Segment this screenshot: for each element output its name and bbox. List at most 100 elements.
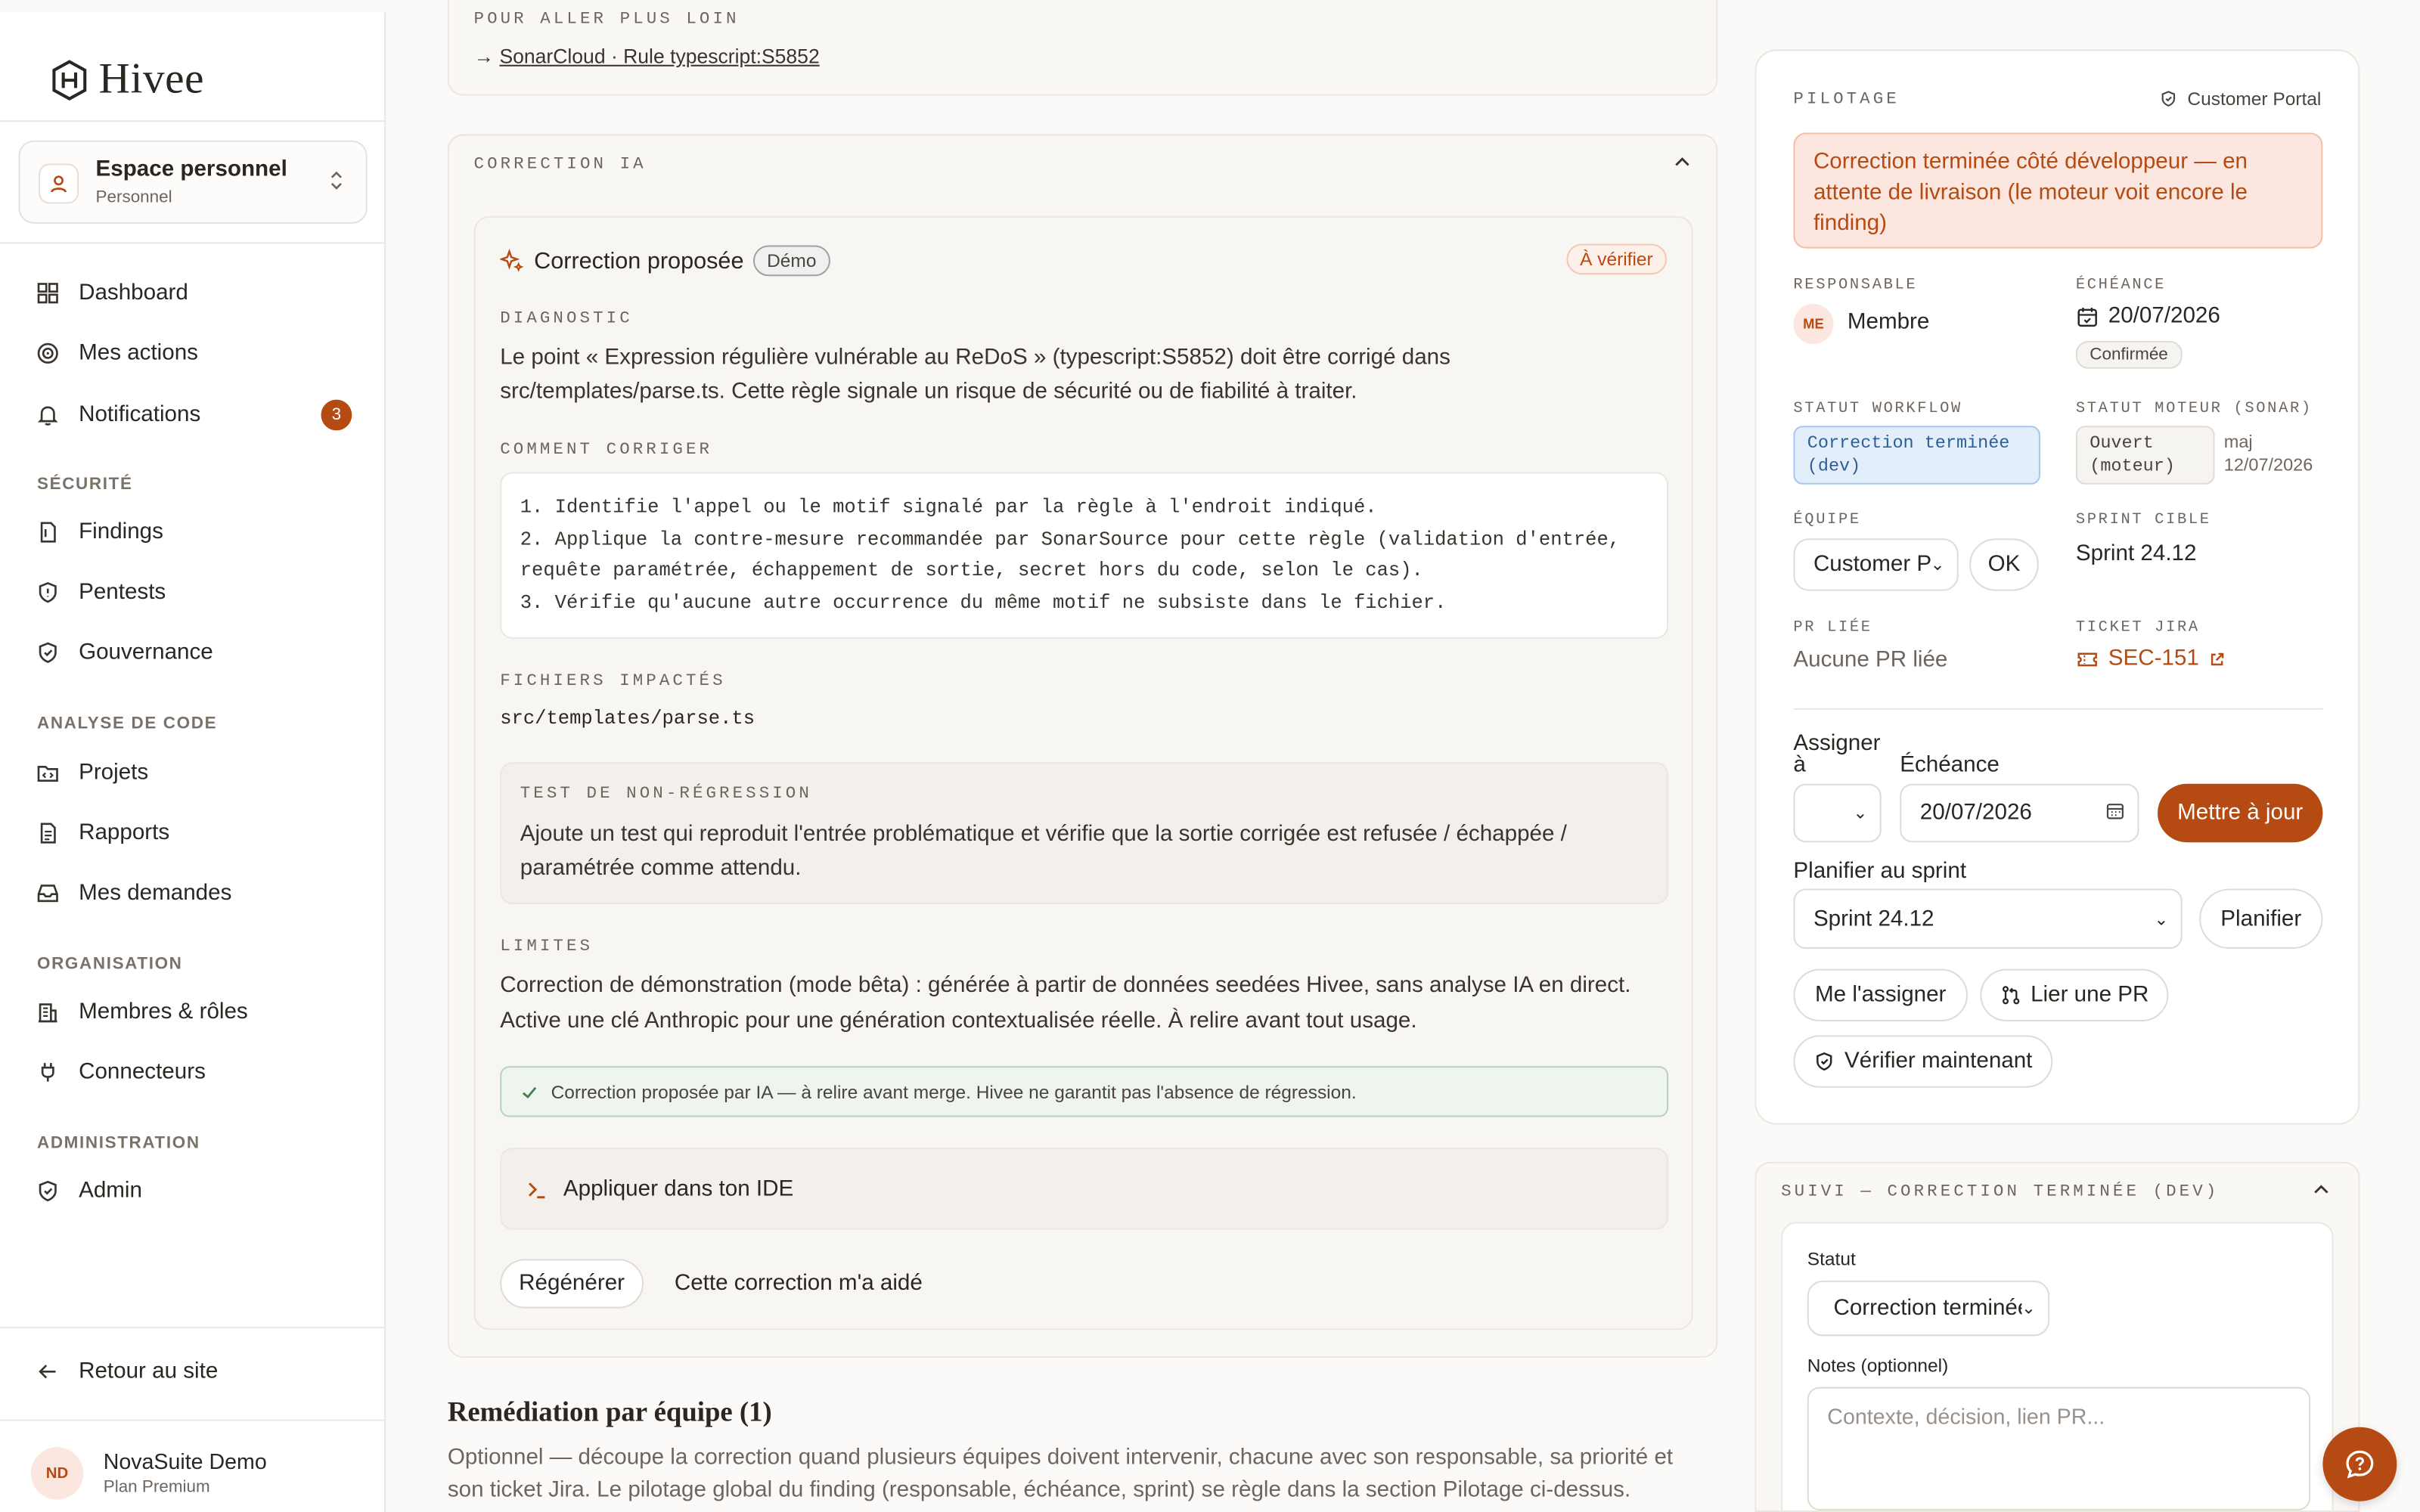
status-select[interactable]: Correction terminée ⌄ [1807, 1280, 2050, 1337]
target-icon [37, 342, 58, 364]
link-pr-button[interactable]: Lier une PR [1980, 968, 2169, 1022]
building-icon [39, 1003, 57, 1023]
remediation-title: Remédiation par équipe (1) [447, 1396, 772, 1427]
nav-governance[interactable]: Gouvernance [36, 640, 352, 665]
document-icon [40, 823, 56, 844]
nav-label: Membres & rôles [79, 999, 248, 1025]
suivi-label: SUIVI — CORRECTION TERMINÉE (DEV) [1781, 1183, 2220, 1202]
test-label: TEST DE NON-RÉGRESSION [520, 785, 812, 804]
logo[interactable]: Hivee [49, 55, 204, 104]
nav-label: Gouvernance [79, 640, 213, 665]
nav-actions[interactable]: Mes actions [36, 341, 352, 366]
helped-button[interactable]: Cette correction m'a aidé [675, 1272, 923, 1297]
shield-check-icon [1817, 1052, 1832, 1071]
workspace-switcher[interactable]: Espace personnel Personnel [18, 140, 368, 224]
assign-select[interactable]: ⌄ [1793, 783, 1882, 843]
chevron-up-icon[interactable] [1673, 151, 1691, 179]
bell-icon [37, 406, 58, 426]
chevron-down-icon: ⌄ [2154, 910, 2169, 929]
nav-members[interactable]: Membres & rôles [36, 999, 352, 1024]
nav-reports[interactable]: Rapports [36, 820, 352, 846]
arrow-right-icon: → [473, 45, 495, 68]
team-value: Customer Po [1813, 552, 1944, 578]
status-label: Statut [1807, 1248, 1856, 1270]
chevron-up-icon[interactable] [2312, 1179, 2330, 1207]
avatar[interactable]: ND [30, 1447, 84, 1500]
nav-label: Dashboard [79, 280, 188, 306]
user-plan: Plan Premium [103, 1478, 210, 1497]
diagnostic-line: Le point « Expression régulière vulnérab… [500, 345, 1450, 370]
further-card: POUR ALLER PLUS LOIN → SonarCloud · Rule… [447, 0, 1718, 96]
section-label: ORGANISATION [36, 955, 183, 974]
steps-block: 1. Identifie l'appel ou le motif signalé… [500, 472, 1669, 639]
regenerate-button[interactable]: Régénérer [500, 1259, 644, 1309]
due-date-input[interactable]: 20/07/2026 [1900, 783, 2139, 843]
due-input-value: 20/07/2026 [1919, 801, 2032, 826]
nav-admin[interactable]: Admin [36, 1179, 352, 1204]
nav-requests[interactable]: Mes demandes [36, 881, 352, 906]
limits-line: Correction de démonstration (mode bêta) … [500, 973, 1631, 999]
plan-button[interactable]: Planifier [2199, 888, 2323, 950]
update-button[interactable]: Mettre à jour [2158, 783, 2323, 843]
diagnostic-label: DIAGNOSTIC [500, 310, 633, 329]
calendar-icon[interactable] [2105, 801, 2126, 826]
sonarcloud-rule-link[interactable]: SonarCloud · Rule typescript:S5852 [499, 45, 819, 68]
workspace-subtitle: Personnel [95, 187, 172, 207]
nav-dashboard[interactable]: Dashboard [36, 280, 352, 305]
calendar-check-icon [2077, 306, 2097, 327]
verify-now-button[interactable]: Vérifier maintenant [1793, 1035, 2053, 1088]
check-icon [522, 1086, 537, 1098]
nav-notifications[interactable]: Notifications 3 [36, 399, 352, 431]
ai-notice: Correction proposée par IA — à relire av… [500, 1066, 1669, 1117]
shield-check-icon [39, 642, 57, 663]
nav-back-to-site[interactable]: Retour au site [36, 1359, 352, 1384]
plug-icon [41, 1063, 54, 1082]
notes-textarea[interactable]: Contexte, décision, lien PR... [1807, 1387, 2311, 1510]
remediation-line: son ticket Jira. Le pilotage global du f… [447, 1478, 1631, 1503]
assign-me-button[interactable]: Me l'assigner [1793, 968, 1969, 1022]
correction-title: Correction proposée [534, 247, 744, 274]
test-block: TEST DE NON-RÉGRESSION Ajoute un test qu… [500, 762, 1669, 904]
status-badge: À vérifier [1565, 243, 1668, 275]
nav-findings[interactable]: Findings [36, 520, 352, 544]
engine-maj: maj [2223, 433, 2253, 452]
link-pr-label: Lier une PR [2031, 982, 2149, 1008]
section-label: SÉCURITÉ [36, 475, 133, 494]
nav-label: Notifications [79, 402, 201, 428]
apply-in-ide[interactable]: Appliquer dans ton IDE [500, 1148, 1669, 1230]
arrow-left-icon [39, 1365, 56, 1379]
diagnostic-line: src/templates/parse.ts. Cette règle sign… [500, 380, 1357, 404]
help-chat-button[interactable] [2322, 1427, 2397, 1501]
inbox-icon [37, 885, 58, 903]
notice-text: Correction proposée par IA — à relire av… [551, 1080, 1357, 1103]
step: 3. Vérifie qu'aucune autre occurrence du… [520, 591, 1447, 614]
team-select[interactable]: Customer Po ⌄ [1793, 538, 1959, 591]
due-status-badge: Confirmée [2075, 341, 2183, 369]
sparkles-icon [500, 248, 524, 272]
engine-updated: maj 12/07/2026 [2224, 432, 2313, 478]
app-name: Hivee [98, 55, 205, 104]
nav-label: Rapports [79, 820, 170, 846]
nav-connectors[interactable]: Connecteurs [36, 1060, 352, 1085]
section-label: ADMINISTRATION [36, 1133, 200, 1153]
sprint-select[interactable]: Sprint 24.12 ⌄ [1793, 888, 2183, 950]
step: 1. Identifie l'appel ou le motif signalé… [520, 497, 1377, 519]
workflow-label: STATUT WORKFLOW [1793, 401, 1962, 419]
folder-code-icon [37, 765, 58, 782]
jira-ticket-link[interactable]: SEC-151 [2076, 646, 2226, 671]
customer-portal[interactable]: Customer Portal [2160, 88, 2321, 110]
team-ok-button[interactable]: OK [1969, 538, 2039, 591]
limits-line: Active une clé Anthropic pour une généra… [500, 1009, 1417, 1034]
sidebar: Hivee Espace personnel Personnel Dashboa… [0, 12, 386, 1512]
status-alert: Correction terminée côté développeur — e… [1793, 132, 2323, 249]
workflow-status: Correction terminée (dev) [1793, 426, 2040, 485]
apply-label: Appliquer dans ton IDE [563, 1176, 794, 1201]
step: requête paramétrée, échappement de sorti… [520, 559, 1423, 582]
nav-projects[interactable]: Projets [36, 761, 352, 785]
assign-label: Assigner à [1793, 731, 1881, 778]
engine-label: STATUT MOTEUR (SONAR) [2075, 401, 2313, 419]
nav-pentests[interactable]: Pentests [36, 580, 352, 605]
due-label: ÉCHÉANCE [2075, 277, 2167, 295]
file-icon [40, 522, 56, 543]
due-form-label: Échéance [1900, 752, 2000, 778]
